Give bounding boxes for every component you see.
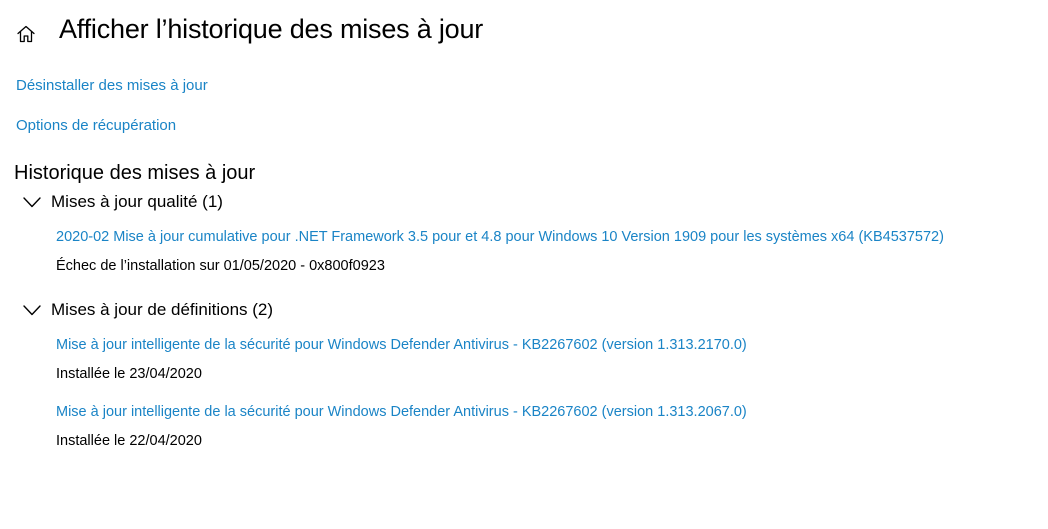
chevron-down-icon — [22, 195, 42, 209]
definition-updates-toggle[interactable]: Mises à jour de définitions (2) — [22, 300, 273, 320]
definition-updates-group: Mises à jour de définitions (2) — [22, 300, 273, 320]
definition-updates-title: Mises à jour de définitions (2) — [51, 300, 274, 319]
uninstall-updates-link[interactable]: Désinstaller des mises à jour — [16, 77, 208, 94]
quality-updates-toggle[interactable]: Mises à jour qualité (1) — [22, 192, 223, 212]
page-title: Afficher l’historique des mises à jour — [59, 14, 484, 44]
quality-updates-title: Mises à jour qualité (1) — [51, 192, 223, 211]
update-entry-status: Échec de l’installation sur 01/05/2020 -… — [56, 258, 385, 274]
recovery-options-link[interactable]: Options de récupération — [16, 117, 176, 134]
quality-updates-group: Mises à jour qualité (1) — [22, 192, 223, 212]
update-entry-link[interactable]: Mise à jour intelligente de la sécurité … — [56, 404, 747, 420]
update-entry-status: Installée le 22/04/2020 — [56, 433, 202, 449]
update-entry-status: Installée le 23/04/2020 — [56, 366, 202, 382]
chevron-down-icon — [22, 303, 42, 317]
update-entry-link[interactable]: 2020-02 Mise à jour cumulative pour .NET… — [56, 229, 944, 245]
update-history-heading: Historique des mises à jour — [14, 162, 256, 184]
page-header: Afficher l’historique des mises à jour — [0, 0, 1048, 66]
home-icon — [17, 25, 35, 43]
update-entry-link[interactable]: Mise à jour intelligente de la sécurité … — [56, 337, 747, 353]
home-button[interactable] — [14, 22, 38, 46]
